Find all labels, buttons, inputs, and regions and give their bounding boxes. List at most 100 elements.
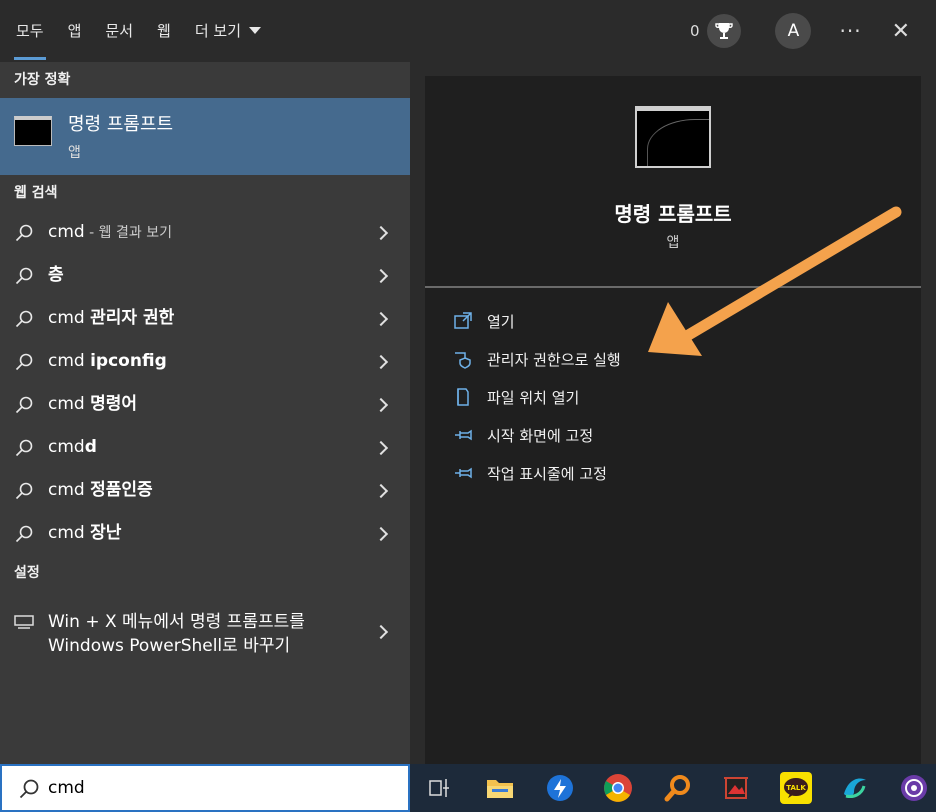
chevron-right-icon	[373, 624, 389, 640]
web-result-text: cmd 명령어	[48, 383, 137, 427]
action-run-as-admin[interactable]: 관리자 권한으로 실행	[453, 344, 621, 374]
rewards-points: 0	[689, 22, 700, 40]
search-icon	[15, 439, 33, 457]
results-panel: 가장 정확 명령 프롬프트 앱 웹 검색 cmd - 웹 결과 보기 층 cmd 관…	[0, 62, 410, 764]
tab-all[interactable]: 모두	[14, 0, 46, 62]
photo-app-icon[interactable]	[720, 772, 752, 804]
settings-heading: 설정	[14, 565, 40, 581]
tab-web[interactable]: 웹	[157, 0, 171, 62]
tab-apps[interactable]: 앱	[68, 0, 82, 62]
chevron-right-icon	[373, 225, 389, 240]
tab-more-label: 더 보기	[194, 22, 242, 40]
web-result-row[interactable]: cmd 정품인증	[0, 469, 410, 512]
web-result-text: cmd ipconfig	[48, 340, 167, 384]
best-match-heading: 가장 정확	[14, 72, 71, 88]
chevron-right-icon	[373, 311, 389, 326]
web-result-bold: 명령어	[90, 394, 138, 414]
search-app-icon[interactable]	[662, 772, 694, 804]
pin-icon	[455, 467, 472, 479]
web-result-bold: 정품인증	[90, 480, 153, 500]
action-open-file-location[interactable]: 파일 위치 열기	[453, 382, 579, 412]
close-icon[interactable]: ✕	[892, 19, 910, 44]
settings-item-line1: Win + X 메뉴에서 명령 프롬프트를	[48, 612, 305, 632]
search-icon	[15, 267, 33, 285]
action-pin-to-start[interactable]: 시작 화면에 고정	[453, 420, 593, 450]
web-result-hint: - 웹 결과 보기	[84, 225, 172, 241]
web-result-plain: cmd	[48, 437, 85, 457]
web-result-text: cmd - 웹 결과 보기	[48, 211, 172, 255]
kakaotalk-icon[interactable]: TALK	[780, 772, 812, 804]
web-result-row[interactable]: cmd - 웹 결과 보기	[0, 211, 410, 254]
chevron-right-icon	[373, 268, 389, 283]
command-prompt-icon	[14, 116, 52, 146]
browser-app-icon[interactable]	[838, 772, 870, 804]
blue-app-icon[interactable]	[544, 772, 576, 804]
search-icon	[15, 525, 33, 543]
kakaotalk-label: TALK	[786, 784, 806, 792]
web-result-text: cmd 장난	[48, 512, 121, 556]
tab-more[interactable]: 더 보기	[194, 0, 262, 62]
web-result-text: cmdd	[48, 426, 97, 470]
details-subtitle: 앱	[666, 235, 680, 251]
web-result-row[interactable]: 층	[0, 254, 410, 297]
search-icon	[15, 310, 33, 328]
account-avatar[interactable]: A	[775, 13, 812, 49]
caret-down-icon	[249, 27, 262, 34]
web-result-text: cmd 정품인증	[48, 469, 153, 513]
details-title: 명령 프롬프트	[614, 202, 732, 226]
web-results-list: cmd - 웹 결과 보기 층 cmd 관리자 권한 cmd ipconfig cmd …	[0, 211, 410, 555]
action-pin-to-taskbar-label: 작업 표시줄에 고정	[487, 464, 607, 483]
pin-icon	[455, 429, 472, 441]
action-pin-to-taskbar[interactable]: 작업 표시줄에 고정	[453, 458, 607, 488]
web-result-text: 층	[48, 254, 64, 298]
best-match-type: 앱	[68, 145, 81, 161]
best-match-name: 명령 프롬프트	[68, 114, 174, 135]
task-view-icon[interactable]	[424, 772, 456, 804]
file-explorer-icon[interactable]	[484, 772, 516, 804]
web-result-text: cmd 관리자 권한	[48, 297, 174, 341]
chrome-icon[interactable]	[602, 772, 634, 804]
best-match-item[interactable]: 명령 프롬프트 앱	[0, 98, 410, 175]
details-divider	[425, 286, 921, 288]
open-icon	[454, 312, 472, 329]
settings-item[interactable]: Win + X 메뉴에서 명령 프롬프트를 Windows PowerShell…	[0, 597, 410, 667]
purple-app-icon[interactable]	[898, 772, 930, 804]
search-icon	[19, 779, 39, 799]
search-icon	[15, 353, 33, 371]
web-result-bold: d	[84, 437, 97, 457]
shield-icon	[455, 352, 471, 369]
web-result-plain: cmd	[48, 222, 85, 242]
taskbar: TALK	[410, 764, 936, 812]
action-open[interactable]: 열기	[453, 306, 515, 336]
web-result-row[interactable]: cmd ipconfig	[0, 340, 410, 383]
web-result-plain: cmd	[48, 394, 91, 414]
web-result-row[interactable]: cmd 관리자 권한	[0, 297, 410, 340]
chevron-right-icon	[373, 440, 389, 455]
details-card: 명령 프롬프트 앱 열기 관리자 권한으로 실행 파일 위치 열기 시작 화면에…	[425, 76, 921, 764]
chevron-right-icon	[373, 397, 389, 412]
web-result-bold: 층	[48, 265, 64, 285]
top-right-controls: 0 A ··· ✕	[690, 0, 936, 62]
file-location-icon	[457, 388, 469, 406]
trophy-icon[interactable]	[707, 14, 742, 48]
web-result-plain: cmd	[48, 523, 91, 543]
web-result-row[interactable]: cmd 장난	[0, 512, 410, 555]
tab-documents[interactable]: 문서	[105, 0, 133, 62]
search-input[interactable]	[48, 774, 388, 802]
more-options-icon[interactable]: ···	[839, 19, 861, 43]
search-icon	[15, 396, 33, 414]
web-result-row[interactable]: cmd 명령어	[0, 383, 410, 426]
action-pin-to-start-label: 시작 화면에 고정	[487, 426, 594, 445]
web-result-bold: 관리자 권한	[90, 308, 175, 328]
web-result-row[interactable]: cmdd	[0, 426, 410, 469]
search-box[interactable]	[0, 764, 410, 812]
web-result-bold: 장난	[90, 523, 122, 543]
web-result-plain: cmd	[48, 351, 91, 371]
web-result-plain: cmd	[48, 308, 91, 328]
command-prompt-large-icon	[635, 106, 711, 168]
action-open-file-location-label: 파일 위치 열기	[487, 388, 580, 407]
monitor-icon	[14, 615, 34, 629]
top-bar: 모두 앱 문서 웹 더 보기 0 A ··· ✕	[0, 0, 936, 62]
settings-item-line2: Windows PowerShell로 바꾸기	[48, 636, 291, 656]
chevron-right-icon	[373, 526, 389, 541]
